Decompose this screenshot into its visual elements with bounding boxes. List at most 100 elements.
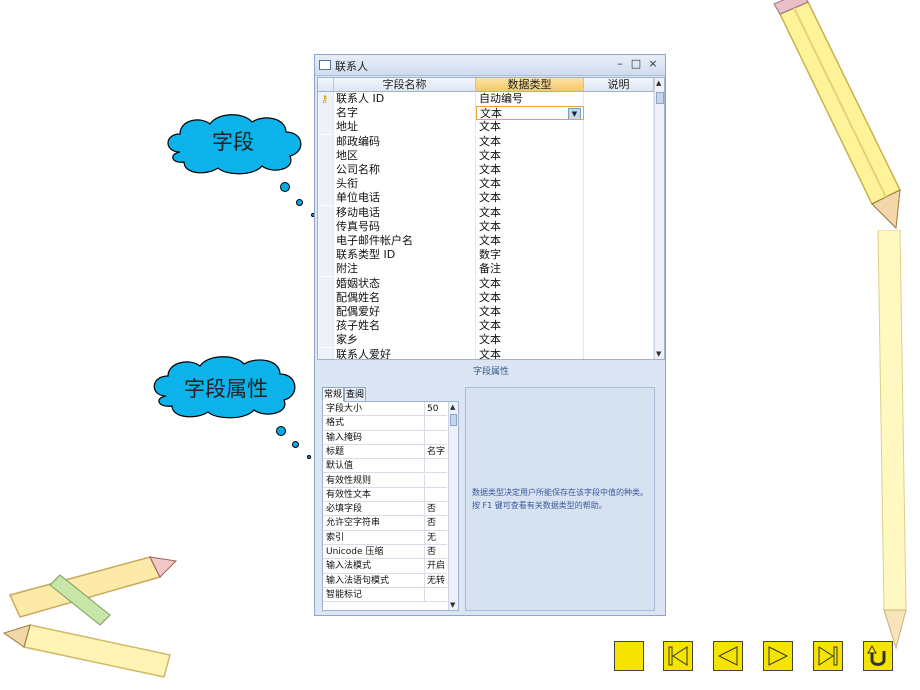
row-selector[interactable]	[318, 120, 334, 135]
row-selector[interactable]	[318, 163, 334, 177]
property-value[interactable]	[424, 430, 446, 445]
previous-slide-button[interactable]	[713, 641, 743, 671]
field-name-cell[interactable]: 地址	[334, 120, 476, 135]
table-row[interactable]: 联系人爱好 文本	[318, 347, 654, 359]
data-type-cell[interactable]: 文本	[476, 148, 584, 163]
table-row[interactable]: 婚姻状态 文本	[318, 276, 654, 291]
description-cell[interactable]	[584, 290, 654, 305]
header-description[interactable]: 说明	[584, 78, 654, 92]
table-row[interactable]: 传真号码 文本	[318, 219, 654, 234]
row-selector[interactable]	[318, 347, 334, 359]
next-slide-button[interactable]	[763, 641, 793, 671]
property-row[interactable]: 输入掩码	[323, 430, 447, 445]
table-row[interactable]: 孩子姓名 文本	[318, 319, 654, 334]
table-row[interactable]: 地区 文本	[318, 148, 654, 163]
table-row[interactable]: 名字 文本 ▼	[318, 106, 654, 121]
data-type-cell[interactable]: 文本	[476, 219, 584, 234]
property-row[interactable]: 有效性规则	[323, 473, 447, 488]
data-type-cell[interactable]: 文本	[476, 333, 584, 348]
row-selector[interactable]	[318, 305, 334, 319]
property-row[interactable]: 默认值	[323, 459, 447, 474]
row-selector[interactable]	[318, 276, 334, 291]
property-value[interactable]	[424, 487, 446, 502]
property-row[interactable]: 字段大小 50	[323, 402, 447, 417]
property-row[interactable]: Unicode 压缩 否	[323, 545, 447, 560]
property-value[interactable]: 无	[424, 530, 446, 545]
field-name-cell[interactable]: 联系人 ID	[334, 92, 476, 106]
table-row[interactable]: 家乡 文本	[318, 333, 654, 348]
header-field-name[interactable]: 字段名称	[334, 78, 476, 92]
data-type-cell[interactable]: 文本	[476, 234, 584, 248]
data-type-cell[interactable]: 文本	[476, 347, 584, 359]
row-selector[interactable]	[318, 248, 334, 263]
field-name-cell[interactable]: 移动电话	[334, 205, 476, 220]
data-type-cell[interactable]: 文本 ▼	[476, 106, 584, 121]
field-name-cell[interactable]: 配偶姓名	[334, 290, 476, 305]
table-row[interactable]: 联系类型 ID 数字	[318, 248, 654, 263]
minimize-button[interactable]: –	[613, 57, 627, 70]
row-selector[interactable]	[318, 134, 334, 149]
property-row[interactable]: 格式	[323, 416, 447, 431]
row-selector[interactable]	[318, 148, 334, 163]
table-row[interactable]: 头衔 文本	[318, 177, 654, 192]
field-name-cell[interactable]: 家乡	[334, 333, 476, 348]
property-value[interactable]: 50	[424, 402, 446, 416]
property-row[interactable]: 索引 无	[323, 530, 447, 545]
table-row[interactable]: 单位电话 文本	[318, 191, 654, 206]
property-row[interactable]: 智能标记	[323, 587, 447, 603]
data-type-cell[interactable]: 自动编号	[476, 92, 584, 106]
description-cell[interactable]	[584, 305, 654, 319]
data-type-cell[interactable]: 文本	[476, 276, 584, 291]
row-selector[interactable]	[318, 106, 334, 121]
data-type-cell[interactable]: 文本	[476, 319, 584, 334]
row-selector[interactable]	[318, 290, 334, 305]
property-value[interactable]: 无转	[424, 573, 446, 588]
table-row[interactable]: ⚷ 联系人 ID 自动编号	[318, 92, 654, 106]
tab-lookup[interactable]: 查阅	[344, 387, 366, 402]
row-selector[interactable]	[318, 319, 334, 334]
grid-scrollbar[interactable]: ▲ ▼	[654, 78, 664, 359]
description-cell[interactable]	[584, 205, 654, 220]
row-selector[interactable]: ⚷	[318, 92, 334, 106]
property-row[interactable]: 允许空字符串 否	[323, 516, 447, 531]
data-type-cell[interactable]: 文本	[476, 120, 584, 135]
field-name-cell[interactable]: 名字	[334, 106, 476, 121]
property-value[interactable]	[424, 587, 446, 602]
field-name-cell[interactable]: 孩子姓名	[334, 319, 476, 334]
description-cell[interactable]	[584, 120, 654, 135]
description-cell[interactable]	[584, 134, 654, 149]
description-cell[interactable]	[584, 177, 654, 192]
data-type-cell[interactable]: 备注	[476, 262, 584, 277]
field-name-cell[interactable]: 附注	[334, 262, 476, 277]
property-row[interactable]: 必填字段 否	[323, 502, 447, 517]
description-cell[interactable]	[584, 234, 654, 248]
property-value[interactable]: 否	[424, 502, 446, 517]
dropdown-arrow-icon[interactable]: ▼	[568, 108, 581, 120]
row-selector[interactable]	[318, 219, 334, 234]
scroll-up-arrow-icon[interactable]: ▲	[450, 403, 455, 411]
property-row[interactable]: 输入法语句模式 无转	[323, 573, 447, 588]
row-selector[interactable]	[318, 234, 334, 248]
description-cell[interactable]	[584, 219, 654, 234]
data-type-cell[interactable]: 文本	[476, 191, 584, 206]
property-value[interactable]: 否	[424, 545, 446, 559]
scroll-up-arrow-icon[interactable]: ▲	[656, 79, 661, 87]
data-type-cell[interactable]: 数字	[476, 248, 584, 263]
select-all-corner[interactable]	[318, 78, 334, 92]
data-type-cell[interactable]: 文本	[476, 134, 584, 149]
property-value[interactable]	[424, 473, 446, 488]
table-row[interactable]: 移动电话 文本	[318, 205, 654, 220]
field-name-cell[interactable]: 电子邮件帐户名	[334, 234, 476, 248]
data-type-cell[interactable]: 文本	[476, 205, 584, 220]
maximize-button[interactable]: □	[629, 57, 643, 70]
table-row[interactable]: 配偶姓名 文本	[318, 290, 654, 305]
description-cell[interactable]	[584, 262, 654, 277]
field-name-cell[interactable]: 地区	[334, 148, 476, 163]
table-row[interactable]: 地址 文本	[318, 120, 654, 135]
row-selector[interactable]	[318, 205, 334, 220]
table-row[interactable]: 附注 备注	[318, 262, 654, 277]
description-cell[interactable]	[584, 347, 654, 359]
row-selector[interactable]	[318, 262, 334, 277]
property-row[interactable]: 有效性文本	[323, 487, 447, 503]
scroll-down-arrow-icon[interactable]: ▼	[656, 350, 661, 358]
